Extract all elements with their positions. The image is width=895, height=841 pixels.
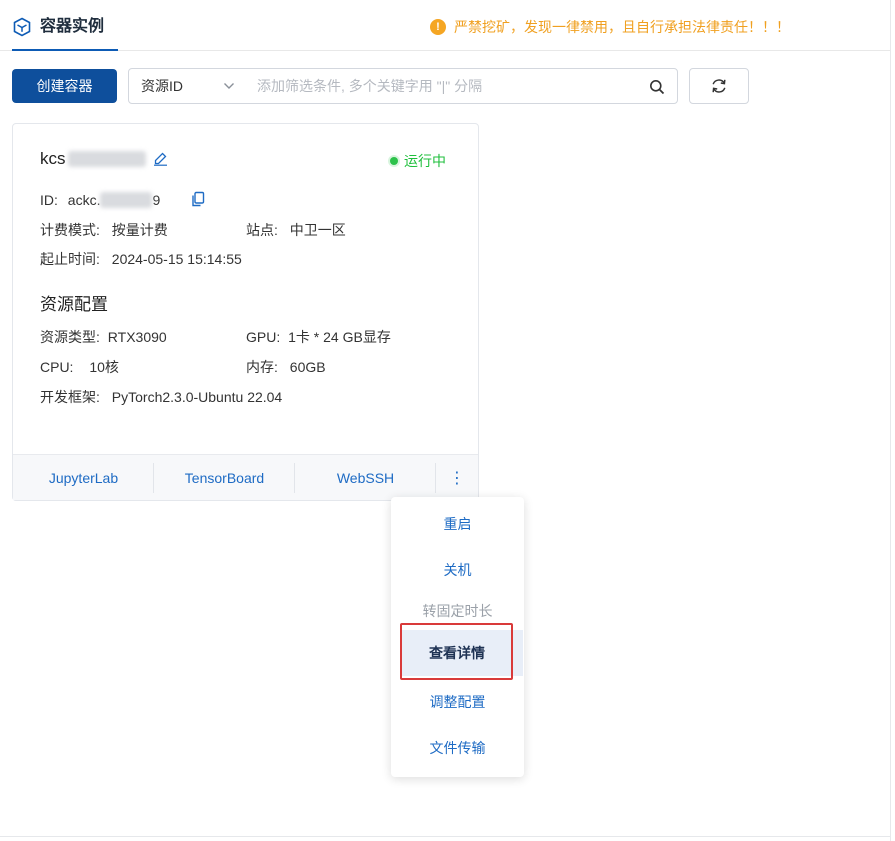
id-row: ID: ackc. 9: [40, 190, 160, 210]
resource-type-value: RTX3090: [107, 329, 167, 345]
cube-icon: [13, 17, 31, 37]
refresh-icon: [712, 79, 726, 93]
warning-icon: !: [430, 19, 446, 35]
filter-type-select[interactable]: 资源ID: [129, 69, 247, 103]
tensorboard-button[interactable]: TensorBoard: [154, 455, 295, 500]
menu-item-file-transfer[interactable]: 文件传输: [391, 738, 524, 758]
instance-card: kcs 运行中 ID: ackc. 9 计费模式: 按量计费 站点: 中卫一区 起…: [12, 123, 479, 501]
status-badge: 运行中: [390, 151, 446, 171]
time-row: 起止时间: 2024-05-15 15:14:55: [40, 249, 242, 269]
status-text: 运行中: [404, 153, 446, 169]
search-input[interactable]: 添加筛选条件, 多个关键字用 "|" 分隔: [247, 76, 677, 96]
filter-search-bar: 资源ID 添加筛选条件, 多个关键字用 "|" 分隔: [128, 68, 678, 104]
edit-icon[interactable]: [153, 151, 168, 166]
refresh-button[interactable]: [689, 68, 749, 104]
resource-config-title: 资源配置: [40, 295, 108, 314]
menu-item-restart[interactable]: 重启: [391, 514, 524, 534]
card-action-bar: JupyterLab TensorBoard WebSSH ⋮: [13, 454, 478, 500]
status-dot-icon: [390, 157, 398, 165]
site-value: 中卫一区: [289, 222, 346, 238]
billing-row: 计费模式: 按量计费: [40, 220, 168, 240]
tab-container-instances[interactable]: 容器实例: [12, 14, 104, 51]
page-bottom-border: [0, 836, 891, 837]
jupyterlab-button[interactable]: JupyterLab: [13, 455, 154, 500]
filter-type-value: 资源ID: [141, 78, 183, 94]
tab-active-indicator: [12, 49, 118, 51]
menu-item-adjust-config[interactable]: 调整配置: [391, 692, 524, 712]
tab-bar: 容器实例 ! 严禁挖矿，发现一律禁用，且自行承担法律责任！！！: [0, 0, 890, 51]
framework-row: 开发框架: PyTorch2.3.0-Ubuntu 22.04: [40, 387, 282, 407]
gpu-row: GPU: 1卡 * 24 GB显存: [246, 327, 391, 347]
billing-value: 按量计费: [111, 222, 168, 238]
warning-text: 严禁挖矿，发现一律禁用，且自行承担法律责任！！！: [454, 19, 790, 35]
menu-item-shutdown[interactable]: 关机: [391, 560, 524, 580]
copy-icon[interactable]: [191, 191, 205, 207]
tab-label: 容器实例: [40, 18, 105, 35]
cpu-label: CPU:: [40, 359, 74, 375]
cpu-row: CPU: 10核: [40, 357, 119, 377]
id-label: ID:: [40, 192, 58, 208]
create-container-button[interactable]: 创建容器: [12, 69, 117, 103]
billing-label: 计费模式:: [40, 222, 100, 238]
chevron-down-icon: [224, 83, 234, 89]
memory-row: 内存: 60GB: [246, 357, 326, 377]
id-prefix: ackc.: [67, 192, 101, 208]
resource-type-label: 资源类型:: [40, 329, 100, 345]
highlight-annotation-box: [400, 623, 513, 680]
search-icon[interactable]: [649, 79, 665, 95]
page-right-border: [890, 0, 891, 841]
gpu-label: GPU:: [246, 329, 281, 345]
time-label: 起止时间:: [40, 251, 100, 267]
resource-type-row: 资源类型: RTX3090: [40, 327, 167, 347]
framework-label: 开发框架:: [40, 389, 100, 405]
more-actions-button[interactable]: ⋮: [436, 455, 478, 500]
cpu-value: 10核: [89, 359, 119, 375]
time-value: 2024-05-15 15:14:55: [111, 251, 242, 267]
gpu-value: 1卡 * 24 GB显存: [288, 329, 391, 345]
instance-name-prefix: kcs: [40, 149, 66, 168]
memory-label: 内存:: [246, 359, 278, 375]
site-label: 站点:: [246, 222, 278, 238]
mining-warning: ! 严禁挖矿，发现一律禁用，且自行承担法律责任！！！: [430, 17, 790, 37]
framework-value: PyTorch2.3.0-Ubuntu 22.04: [111, 389, 283, 405]
instance-name: kcs: [40, 149, 146, 169]
site-row: 站点: 中卫一区: [246, 220, 346, 240]
menu-item-fixed-duration: 转固定时长: [422, 603, 493, 619]
redacted-name: [67, 151, 146, 167]
webssh-button[interactable]: WebSSH: [295, 455, 436, 500]
redacted-id: [100, 192, 153, 208]
id-suffix: 9: [152, 192, 161, 208]
memory-value: 60GB: [289, 359, 326, 375]
